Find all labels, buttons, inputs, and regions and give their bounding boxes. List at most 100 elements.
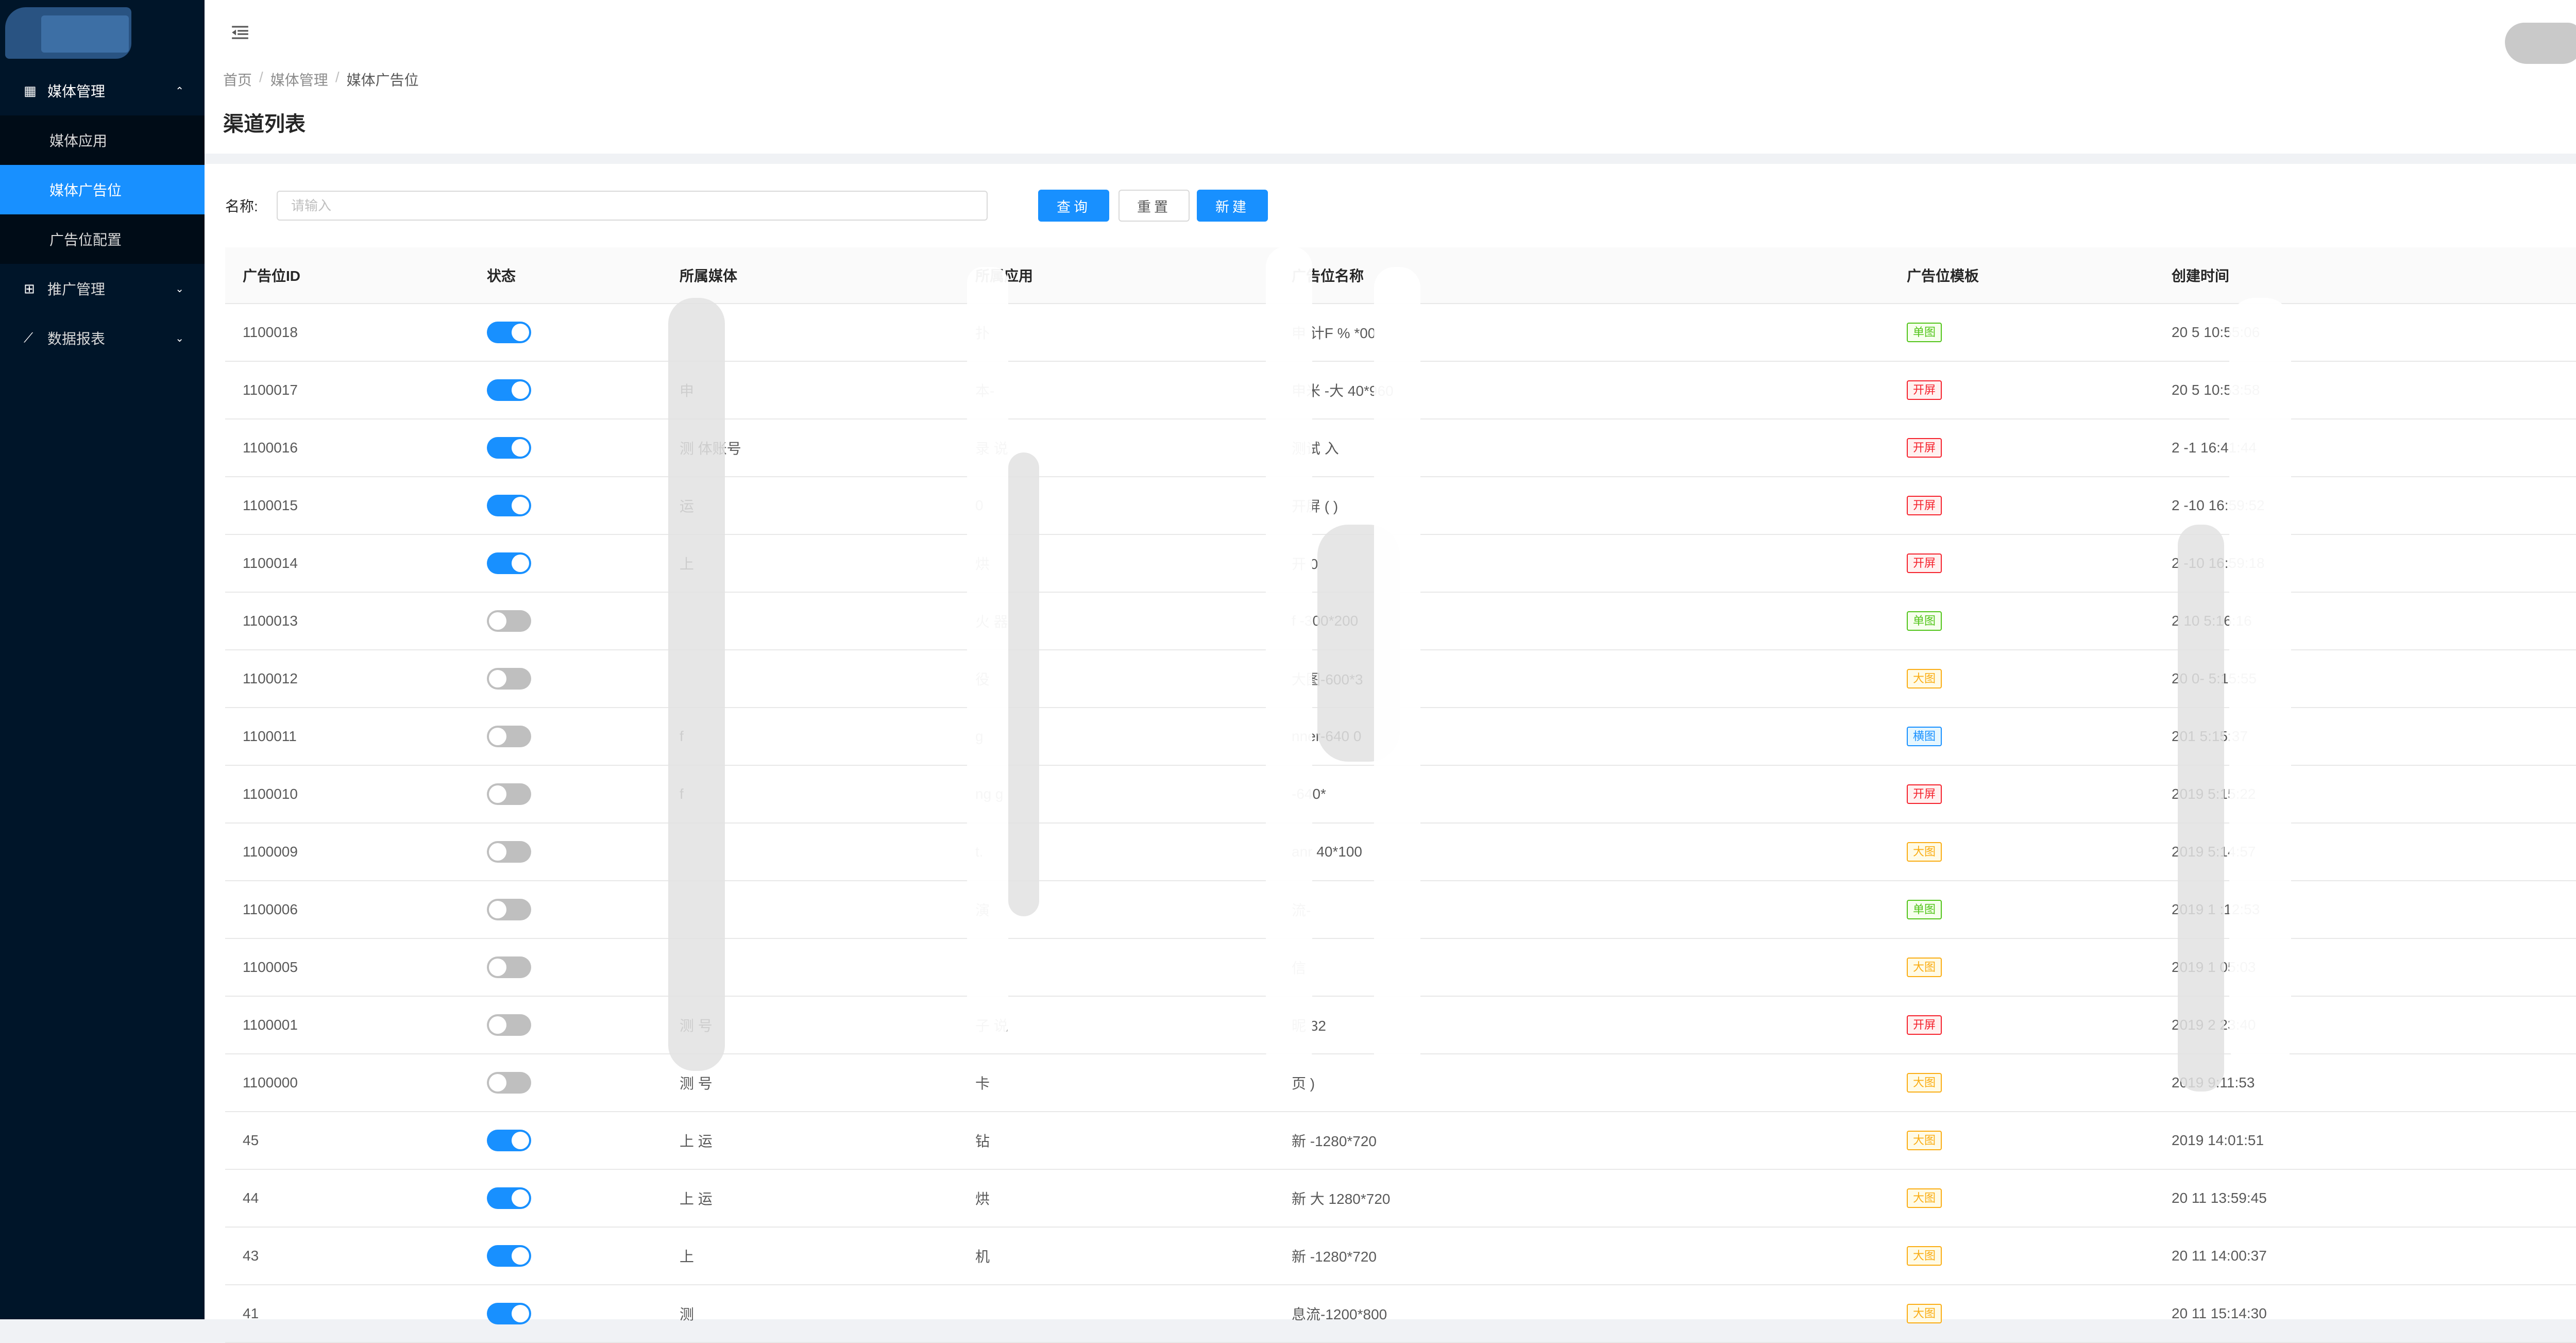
top-header <box>205 0 2576 66</box>
cell-status <box>469 1169 662 1228</box>
cell-name: 信 <box>1274 938 1889 997</box>
status-toggle[interactable] <box>487 610 531 632</box>
search-form: 名称: 查询 重置 新建 <box>225 190 1268 222</box>
sidebar-item[interactable]: 媒体广告位 <box>0 165 205 214</box>
status-toggle[interactable] <box>487 495 531 516</box>
cell-template: 大图 <box>1889 1285 2154 1343</box>
status-toggle[interactable] <box>487 379 531 401</box>
menu-group-2[interactable]: ⟋ 数据报表 ⌄ <box>0 313 205 363</box>
template-tag: 开屏 <box>1907 784 1942 804</box>
toggle-knob <box>489 785 506 803</box>
cell-template: 单图 <box>1889 592 2154 650</box>
cell-media: 上 运 <box>662 1112 958 1170</box>
redaction-mark <box>2229 298 2291 1071</box>
reset-button[interactable]: 重置 <box>1118 190 1190 222</box>
menu-group-1[interactable]: ⊞ 推广管理 ⌄ <box>0 264 205 313</box>
line-chart-icon: ⟋ <box>24 330 33 345</box>
cell-template: 开屏 <box>1889 477 2154 535</box>
cell-template: 开屏 <box>1889 765 2154 824</box>
avatar[interactable] <box>2505 23 2576 64</box>
status-toggle[interactable] <box>487 437 531 459</box>
status-toggle[interactable] <box>487 726 531 747</box>
menu-group-label: 媒体管理 <box>47 83 106 99</box>
redaction-mark <box>1008 452 1039 916</box>
cell-status <box>469 1054 662 1112</box>
col-header-template: 广告位模板 <box>1889 247 2154 304</box>
cell-status <box>469 708 662 766</box>
cell-time: 2019 14:01:51 <box>2154 1112 2576 1170</box>
sidebar-item[interactable]: 媒体应用 <box>0 115 205 165</box>
template-tag: 开屏 <box>1907 1015 1942 1035</box>
cell-template: 大图 <box>1889 650 2154 708</box>
toggle-knob <box>512 439 529 457</box>
template-tag: 单图 <box>1907 323 1942 342</box>
redaction-mark <box>967 267 1008 1040</box>
submenu: 媒体应用 媒体广告位 广告位配置 <box>0 115 205 264</box>
cell-app: 钻 <box>958 1112 1274 1170</box>
template-tag: 开屏 <box>1907 553 1942 573</box>
sidebar-item[interactable]: 广告位配置 <box>0 214 205 264</box>
breadcrumb-media[interactable]: 媒体管理 <box>270 69 328 90</box>
status-toggle[interactable] <box>487 841 531 863</box>
cell-id: 1100012 <box>225 650 469 708</box>
cell-time: 20 11 13:59:45 <box>2154 1169 2576 1228</box>
content-card: 名称: 查询 重置 新建 广告位ID 状态 所属媒体 所属应用 广告位名称 广告… <box>205 164 2576 1343</box>
col-header-media: 所属媒体 <box>662 247 958 304</box>
toggle-knob <box>489 959 506 976</box>
cell-app <box>958 1285 1274 1343</box>
col-header-time: 创建时间 <box>2154 247 2576 304</box>
status-toggle[interactable] <box>487 1303 531 1324</box>
cell-app: 烘 <box>958 1169 1274 1228</box>
cell-status <box>469 1227 662 1285</box>
table-row: 45 上 运钻新 -1280*720 大图 2019 14:01:51 <box>225 1112 2576 1170</box>
cell-id: 1100016 <box>225 419 469 477</box>
toggle-knob <box>512 324 529 341</box>
query-button[interactable]: 查询 <box>1038 190 1109 222</box>
status-toggle[interactable] <box>487 552 531 574</box>
toggle-knob <box>512 1132 529 1149</box>
status-toggle[interactable] <box>487 1014 531 1036</box>
status-toggle[interactable] <box>487 1245 531 1267</box>
toggle-knob <box>512 555 529 572</box>
cell-id: 1100011 <box>225 708 469 766</box>
cluster-icon: ⊞ <box>24 280 35 296</box>
template-tag: 单图 <box>1907 611 1942 631</box>
cell-id: 1100005 <box>225 938 469 997</box>
breadcrumb-home[interactable]: 首页 <box>223 69 252 90</box>
new-button[interactable]: 新建 <box>1197 190 1268 222</box>
status-toggle[interactable] <box>487 1130 531 1151</box>
status-toggle[interactable] <box>487 899 531 920</box>
menu-group-0[interactable]: ▦ 媒体管理 ⌃ <box>0 66 205 115</box>
cell-id: 1100018 <box>225 304 469 362</box>
template-tag: 开屏 <box>1907 380 1942 400</box>
status-toggle[interactable] <box>487 1072 531 1094</box>
redaction-mark <box>668 298 725 1071</box>
toggle-knob <box>489 612 506 630</box>
cell-time: 20 5 10:55:06 <box>2154 304 2576 362</box>
toggle-knob <box>489 728 506 745</box>
status-toggle[interactable] <box>487 783 531 805</box>
cell-id: 1100009 <box>225 823 469 881</box>
cell-status <box>469 881 662 939</box>
status-toggle[interactable] <box>487 322 531 343</box>
name-search-input[interactable] <box>277 191 988 221</box>
cell-time: 20 5 10:53:58 <box>2154 361 2576 419</box>
menu-fold-icon[interactable] <box>230 23 250 42</box>
sidebar: ▦ 媒体管理 ⌃ 媒体应用 媒体广告位 广告位配置 ⊞ 推广管理 ⌄ ⟋ 数据报表 ⌄ <box>0 0 205 1319</box>
chevron-down-icon: ⌄ <box>175 332 184 344</box>
side-menu: ▦ 媒体管理 ⌃ 媒体应用 媒体广告位 广告位配置 ⊞ 推广管理 ⌄ ⟋ 数据报表 ⌄ <box>0 66 205 363</box>
col-header-status: 状态 <box>469 247 662 304</box>
status-toggle[interactable] <box>487 956 531 978</box>
template-tag: 大图 <box>1907 1304 1942 1323</box>
template-tag: 大图 <box>1907 842 1942 862</box>
status-toggle[interactable] <box>487 1187 531 1209</box>
table-row: 43 上 机新 -1280*720 大图 20 11 14:00:37 <box>225 1227 2576 1285</box>
template-tag: 开屏 <box>1907 438 1942 458</box>
cell-id: 1100017 <box>225 361 469 419</box>
cell-name: 新 大 1280*720 <box>1274 1169 1889 1228</box>
status-toggle[interactable] <box>487 668 531 690</box>
toggle-knob <box>489 1016 506 1034</box>
cell-name: 新 -1280*720 <box>1274 1227 1889 1285</box>
menu-group-label: 推广管理 <box>47 281 106 297</box>
template-tag: 大图 <box>1907 669 1942 689</box>
